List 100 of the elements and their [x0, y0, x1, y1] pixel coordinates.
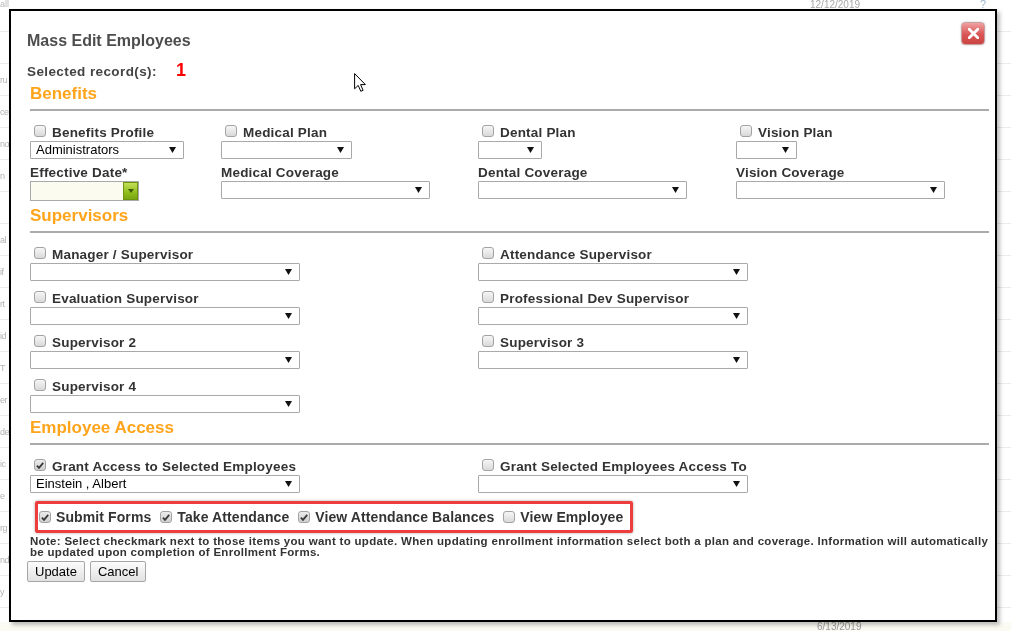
- checkbox[interactable]: [34, 125, 46, 137]
- background-text: al: [0, 234, 6, 247]
- checkbox[interactable]: [39, 511, 51, 523]
- checkbox[interactable]: [34, 459, 46, 471]
- checkbox[interactable]: [482, 125, 494, 137]
- check-icon: [162, 513, 171, 521]
- date-text: 12/12/2019: [810, 0, 861, 9]
- date-text: 6/13/2019: [817, 622, 862, 631]
- section-heading: Benefits: [30, 85, 99, 103]
- checkbox[interactable]: [482, 247, 494, 259]
- caret-icon: [733, 481, 740, 487]
- field-label: Evaluation Supervisor: [52, 291, 199, 307]
- calendar-button[interactable]: [123, 182, 138, 200]
- background-text: de: [0, 426, 9, 439]
- checkbox[interactable]: [740, 125, 752, 137]
- permission-label: Submit Forms: [56, 509, 152, 525]
- record-count: 1: [175, 60, 186, 80]
- dropdown[interactable]: Administrators: [30, 141, 184, 159]
- help-mark: ?: [980, 0, 987, 9]
- dropdown[interactable]: [478, 263, 748, 281]
- field-label: Supervisor 2: [52, 335, 137, 351]
- record-count-label: Selected record(s):: [27, 63, 157, 81]
- dropdown[interactable]: [30, 395, 300, 413]
- checkbox[interactable]: [482, 291, 494, 303]
- field-label: Dental Plan: [500, 125, 576, 141]
- permission-label: View Employee: [520, 509, 624, 525]
- caret-icon: [782, 147, 789, 153]
- field-label: Professional Dev Supervisor: [500, 291, 690, 307]
- background-text: ic: [0, 458, 6, 471]
- dropdown[interactable]: [221, 181, 430, 199]
- background-text: nd: [0, 554, 9, 567]
- checkbox[interactable]: [225, 125, 237, 137]
- permission-label: View Attendance Balances: [315, 509, 495, 525]
- background-text: ce: [0, 106, 9, 119]
- caret-icon: [527, 147, 534, 153]
- caret-icon: [127, 189, 134, 193]
- section-heading: Employee Access: [30, 419, 175, 437]
- dropdown[interactable]: [736, 141, 797, 159]
- checkbox[interactable]: [34, 335, 46, 347]
- background-text: er: [0, 394, 7, 407]
- dropdown[interactable]: [478, 141, 542, 159]
- caret-icon: [169, 147, 176, 153]
- field-label: Supervisor 4: [52, 379, 137, 395]
- checkbox[interactable]: [160, 511, 173, 523]
- dialog-title: Mass Edit Employees: [27, 31, 191, 51]
- background-text: id: [0, 330, 6, 343]
- background-text: rt: [0, 298, 5, 311]
- close-button[interactable]: [961, 22, 985, 45]
- dropdown[interactable]: [478, 307, 748, 325]
- caret-icon: [733, 269, 740, 275]
- checkbox[interactable]: [503, 511, 516, 523]
- field-label: Medical Plan: [243, 125, 328, 141]
- checkbox[interactable]: [298, 511, 311, 523]
- checkbox[interactable]: [482, 335, 494, 347]
- field-label: Dental Coverage: [478, 165, 588, 181]
- field-label: Grant Access to Selected Employees: [52, 459, 297, 475]
- caret-icon: [285, 481, 292, 487]
- caret-icon: [415, 187, 422, 193]
- note-text: Note: Select checkmark next to those items you want to update. When updating enrollment information select both a plan and coverage. Information will automatically be updated upon completion of Enrollment Forms.: [30, 536, 990, 558]
- close-icon: [967, 28, 979, 39]
- caret-icon: [672, 187, 679, 193]
- date-field[interactable]: [30, 181, 139, 201]
- caret-icon: [337, 147, 344, 153]
- dropdown[interactable]: [221, 141, 352, 159]
- check-icon: [36, 461, 44, 469]
- permission-label: Take Attendance: [177, 509, 290, 525]
- field-label: Effective Date*: [30, 165, 128, 181]
- field-label: Vision Plan: [758, 125, 833, 141]
- background-text: y: [0, 586, 4, 599]
- background-text: if: [0, 266, 4, 279]
- form-button[interactable]: Cancel: [89, 561, 147, 582]
- check-icon: [41, 513, 49, 521]
- dropdown[interactable]: [478, 475, 748, 493]
- field-label: Supervisor 3: [500, 335, 585, 351]
- background-text: e: [0, 490, 5, 503]
- checkbox[interactable]: [34, 379, 46, 391]
- check-icon: [300, 513, 309, 521]
- field-label: Grant Selected Employees Access To: [500, 459, 747, 475]
- caret-icon: [285, 401, 292, 407]
- field-label: Medical Coverage: [221, 165, 339, 181]
- dropdown[interactable]: [478, 351, 748, 369]
- field-label: Attendance Supervisor: [500, 247, 652, 263]
- background-text: rg: [0, 522, 7, 535]
- dropdown[interactable]: [478, 181, 687, 199]
- caret-icon: [285, 269, 292, 275]
- dropdown[interactable]: Einstein , Albert: [30, 475, 300, 493]
- checkbox[interactable]: [34, 291, 46, 303]
- form-button[interactable]: Update: [27, 561, 85, 582]
- checkbox[interactable]: [34, 247, 46, 259]
- checkbox[interactable]: [482, 459, 494, 471]
- caret-icon: [733, 357, 740, 363]
- background-text: ru: [0, 74, 7, 87]
- dropdown[interactable]: [30, 351, 300, 369]
- field-label: Vision Coverage: [736, 165, 845, 181]
- field-label: Manager / Supervisor: [52, 247, 194, 263]
- dropdown[interactable]: [30, 307, 300, 325]
- caret-icon: [285, 313, 292, 319]
- dropdown[interactable]: [30, 263, 300, 281]
- cursor-icon: [354, 73, 366, 92]
- dropdown[interactable]: [736, 181, 945, 199]
